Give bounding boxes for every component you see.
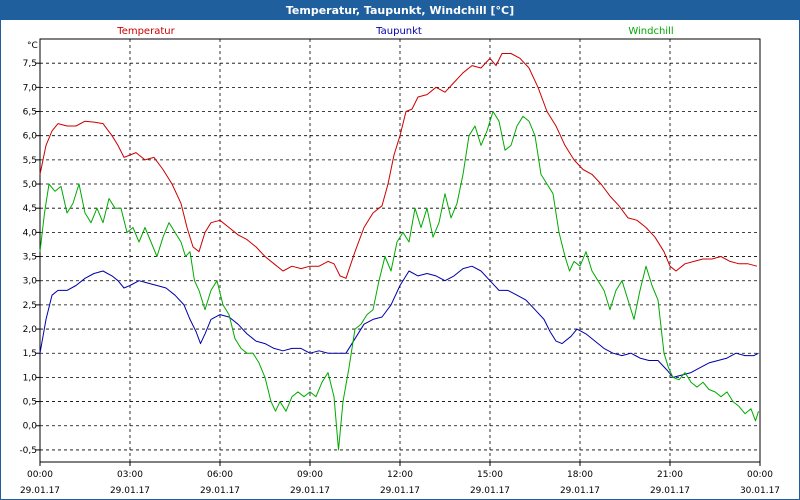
legend-item-temperatur: Temperatur bbox=[116, 26, 175, 37]
legend-item-taupunkt: Taupunkt bbox=[375, 26, 422, 37]
x-tick-date: 29.01.17 bbox=[200, 486, 240, 496]
y-axis-label: °C bbox=[27, 41, 38, 51]
x-tick-time: 00:00 bbox=[27, 470, 53, 480]
y-tick-label: 3,5 bbox=[23, 253, 37, 263]
y-tick-label: 7,0 bbox=[23, 83, 38, 93]
x-tick-date: 29.01.17 bbox=[380, 486, 420, 496]
x-tick-time: 21:00 bbox=[657, 470, 683, 480]
legend: Temperatur Taupunkt Windchill bbox=[116, 26, 673, 37]
y-tick-label: 0,5 bbox=[23, 398, 37, 408]
series-line-windchill bbox=[39, 111, 759, 451]
x-tick-date: 29.01.17 bbox=[650, 486, 690, 496]
x-tick-time: 18:00 bbox=[567, 470, 593, 480]
x-tick-date: 29.01.17 bbox=[20, 486, 60, 496]
y-tick-label: 6,0 bbox=[23, 132, 38, 142]
y-tick-label: 4,0 bbox=[23, 228, 38, 238]
x-tick-date: 29.01.17 bbox=[470, 486, 510, 496]
y-tick-label: 4,5 bbox=[23, 204, 37, 214]
x-tick-date: 29.01.17 bbox=[290, 486, 330, 496]
y-tick-label: 2,5 bbox=[23, 301, 37, 311]
y-tick-label: 1,0 bbox=[23, 373, 38, 383]
x-axis-ticks: 00:00 29.01.17 03:00 29.01.17 06:00 29.01.17 0… bbox=[20, 462, 780, 496]
chart-window: Temperatur, Taupunkt, Windchill [°C] -0,… bbox=[0, 0, 800, 500]
x-tick-time: 09:00 bbox=[297, 470, 323, 480]
y-tick-label: 5,5 bbox=[23, 156, 37, 166]
line-chart: -0,5 0,0 0,5 1,0 1,5 2,0 2,5 3,0 3,5 4,0 4,5 5,0 5,5… bbox=[19, 26, 780, 496]
y-tick-label: 5,0 bbox=[23, 180, 38, 190]
y-tick-label: 6,5 bbox=[23, 108, 37, 118]
y-tick-label: 7,5 bbox=[23, 59, 37, 69]
y-tick-label: 3,0 bbox=[23, 277, 38, 287]
y-tick-label: -0,5 bbox=[19, 446, 37, 456]
series-lines bbox=[39, 53, 759, 451]
x-tick-time: 06:00 bbox=[207, 470, 233, 480]
grid-lines bbox=[40, 39, 760, 462]
x-tick-time: 03:00 bbox=[117, 470, 143, 480]
y-axis-ticks: -0,5 0,0 0,5 1,0 1,5 2,0 2,5 3,0 3,5 4,0 4,5 5,0 5,5… bbox=[19, 59, 40, 456]
legend-item-windchill: Windchill bbox=[628, 26, 673, 37]
x-tick-date: 30.01.17 bbox=[740, 486, 780, 496]
x-tick-time: 00:00 bbox=[747, 470, 773, 480]
y-tick-label: 0,0 bbox=[23, 422, 38, 432]
x-tick-time: 15:00 bbox=[477, 470, 503, 480]
x-tick-time: 12:00 bbox=[387, 470, 413, 480]
y-tick-label: 1,5 bbox=[23, 349, 37, 359]
y-tick-label: 2,0 bbox=[23, 325, 38, 335]
series-line-temperatur bbox=[39, 53, 758, 279]
x-tick-date: 29.01.17 bbox=[560, 486, 600, 496]
x-tick-date: 29.01.17 bbox=[110, 486, 150, 496]
